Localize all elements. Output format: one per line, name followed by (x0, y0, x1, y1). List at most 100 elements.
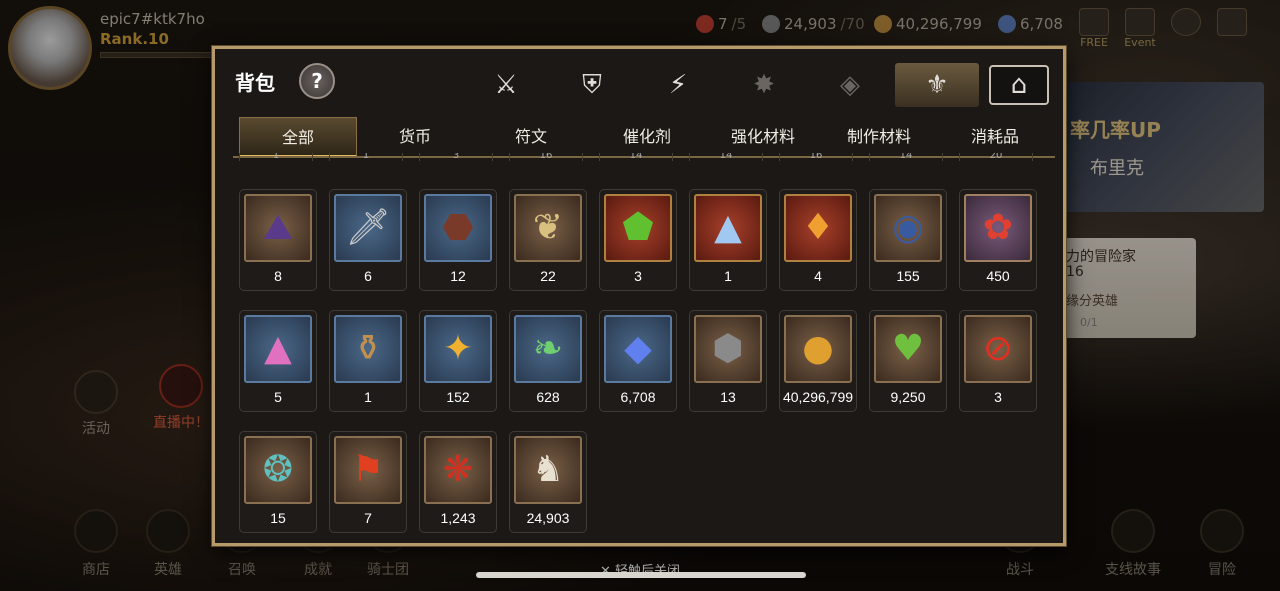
item-count: 40,296,799 (782, 389, 854, 405)
inventory-item[interactable]: ⬢ 13 (689, 310, 767, 412)
previous-row-count-text: 3 (452, 153, 460, 159)
item-count: 628 (536, 389, 560, 405)
item-icon: ♦ (801, 207, 835, 248)
item-icon: ✿ (982, 207, 1014, 248)
previous-row-count-text: 16 (809, 153, 823, 159)
home-indicator (476, 572, 806, 578)
item-count: 3 (994, 389, 1002, 405)
previous-row-count: 20 (959, 153, 1033, 161)
item-icon: ♥ (891, 328, 925, 369)
inventory-item[interactable]: ⚑ 7 (329, 431, 407, 533)
item-icon: ❋ (442, 449, 474, 490)
item-frame: ♦ (784, 194, 852, 262)
item-icon: ❂ (262, 449, 294, 490)
item-count: 1 (364, 389, 372, 405)
item-count: 7 (364, 510, 372, 526)
house-sort-button[interactable]: ⌂ (989, 65, 1049, 105)
cube-filter-icon: ◈ (840, 70, 860, 100)
item-frame: ❦ (514, 194, 582, 262)
no-weapon-filter-icon: ⛨ (582, 69, 602, 100)
burst-filter-button[interactable]: ✸ (735, 63, 793, 107)
item-count: 155 (896, 268, 920, 284)
item-frame: ▲ (694, 194, 762, 262)
no-weapon-filter-button[interactable]: ⛨ (563, 63, 621, 107)
category-tabs: 全部 货币 符文 催化剂 强化材料 制作材料 消耗品 (239, 117, 1053, 157)
previous-row-count: 14 (689, 153, 763, 161)
tab-enhance-material[interactable]: 强化材料 (705, 117, 821, 157)
previous-row-count: 16 (779, 153, 853, 161)
inventory-item[interactable]: ◉ 155 (869, 189, 947, 291)
item-count: 22 (540, 268, 556, 284)
item-count: 1,243 (440, 510, 476, 526)
lightning-filter-icon: ⚡ (668, 70, 688, 100)
bag-filter-button[interactable]: ⚜ (895, 63, 979, 107)
inventory-item[interactable]: ⊘ 3 (959, 310, 1037, 412)
item-frame: ❂ (244, 436, 312, 504)
item-icon: ◉ (892, 207, 924, 248)
item-frame: ♞ (514, 436, 582, 504)
inventory-item[interactable]: ❋ 1,243 (419, 431, 497, 533)
item-count: 15 (270, 510, 286, 526)
inventory-item[interactable]: ❦ 22 (509, 189, 587, 291)
help-button[interactable]: ? (299, 63, 335, 99)
item-icon: ⬢ (712, 328, 744, 369)
item-count: 1 (724, 268, 732, 284)
item-icon: ⊘ (982, 328, 1014, 369)
inventory-item[interactable]: 🗡 6 (329, 189, 407, 291)
cube-filter-button[interactable]: ◈ (821, 63, 879, 107)
item-frame: ▲ (244, 315, 312, 383)
previous-row-count: 16 (509, 153, 583, 161)
inventory-item[interactable]: ▲ 1 (689, 189, 767, 291)
tab-consumables[interactable]: 消耗品 (937, 117, 1053, 157)
previous-row-count-text: 20 (989, 153, 1003, 159)
item-count: 4 (814, 268, 822, 284)
inventory-item[interactable]: ❂ 15 (239, 431, 317, 533)
previous-row-count-text: 1 (362, 153, 370, 159)
item-count: 12 (450, 268, 466, 284)
item-icon: ✦ (442, 328, 474, 369)
modal-title: 背包 (235, 71, 275, 95)
tab-craft-material[interactable]: 制作材料 (821, 117, 937, 157)
item-icon: ⬟ (622, 207, 654, 248)
inventory-item[interactable]: ⬟ 3 (599, 189, 677, 291)
inventory-item[interactable]: ✿ 450 (959, 189, 1037, 291)
item-frame: ✦ (424, 315, 492, 383)
inventory-item[interactable]: ♥ 9,250 (869, 310, 947, 412)
previous-row-count-text: 14 (899, 153, 913, 159)
inventory-item[interactable]: ⚱ 1 (329, 310, 407, 412)
inventory-item[interactable]: ▲ 5 (239, 310, 317, 412)
item-count: 450 (986, 268, 1010, 284)
item-count: 6 (364, 268, 372, 284)
previous-row-count-text: 16 (539, 153, 553, 159)
tab-catalyst[interactable]: 催化剂 (589, 117, 705, 157)
inventory-item[interactable]: ❧ 628 (509, 310, 587, 412)
equipment-filter-button[interactable]: ⚔ (477, 63, 535, 107)
item-frame: ♥ (874, 315, 942, 383)
item-frame: 🗡 (334, 194, 402, 262)
item-frame: ❧ (514, 315, 582, 383)
item-icon: ▲ (714, 207, 742, 248)
inventory-item[interactable]: ● 40,296,799 (779, 310, 857, 412)
item-frame: ⚱ (334, 315, 402, 383)
item-icon: ♞ (531, 449, 565, 490)
previous-row-count-text: 1 (272, 153, 280, 159)
tab-runes[interactable]: 符文 (473, 117, 589, 157)
item-frame: ⚑ (334, 436, 402, 504)
item-count: 9,250 (890, 389, 926, 405)
tab-all[interactable]: 全部 (239, 117, 357, 157)
burst-filter-icon: ✸ (753, 70, 775, 100)
item-icon: ▲ (264, 328, 292, 369)
lightning-filter-button[interactable]: ⚡ (649, 63, 707, 107)
inventory-item[interactable]: ◆ 6,708 (599, 310, 677, 412)
item-frame: ● (784, 315, 852, 383)
inventory-item[interactable]: ♦ 4 (779, 189, 857, 291)
tab-currency[interactable]: 货币 (357, 117, 473, 157)
item-frame: ⊘ (964, 315, 1032, 383)
inventory-item[interactable]: ♞ 24,903 (509, 431, 587, 533)
item-icon: ❧ (532, 328, 564, 369)
inventory-item[interactable]: ⛰ 8 (239, 189, 317, 291)
item-count: 152 (446, 389, 470, 405)
inventory-item[interactable]: ✦ 152 (419, 310, 497, 412)
inventory-item[interactable]: ⬣ 12 (419, 189, 497, 291)
item-frame: ⬢ (694, 315, 762, 383)
